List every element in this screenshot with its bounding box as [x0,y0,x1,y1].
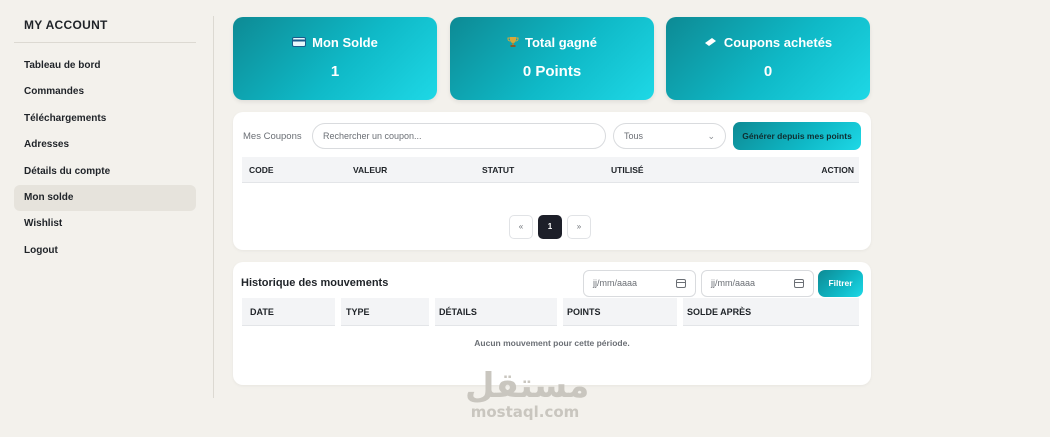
watermark-text: mostaql.com [470,403,580,421]
history-table-header: DATE TYPE DÉTAILS POINTS SOLDE APRÈS [242,298,859,326]
coupon-search-input[interactable] [312,123,606,149]
date-from-input[interactable]: jj/mm/aaaa [583,270,696,297]
sidebar-item-orders[interactable]: Commandes [14,79,196,105]
coupons-bought-card: Coupons achetés 0 [666,17,870,100]
coupons-panel: Mes Coupons Tous ⌄ Générer depuis mes po… [233,112,871,250]
generate-from-points-button[interactable]: Générer depuis mes points [733,122,861,150]
balance-card-value: 1 [330,63,340,80]
filter-button[interactable]: Filtrer [818,270,863,297]
column-header-code: CODE [249,165,274,175]
column-header-action: ACTION [821,165,854,175]
column-header-value: VALEUR [353,165,388,175]
coupon-status-select[interactable]: Tous ⌄ [613,123,726,149]
calendar-icon [794,279,804,288]
history-title: Historique des mouvements [241,277,389,289]
history-empty-message: Aucun mouvement pour cette période. [474,338,630,348]
calendar-icon [676,279,686,288]
total-earned-card: Total gagné 0 Points [450,17,654,100]
column-header-points: POINTS [567,307,601,317]
sidebar-item-wishlist[interactable]: Wishlist [14,211,196,237]
ticket-icon [704,37,718,49]
column-header-balance-after: SOLDE APRÈS [687,307,752,317]
sidebar-item-logout[interactable]: Logout [14,238,196,264]
column-header-used: UTILISÉ [611,165,644,175]
balance-card-title: Mon Solde [312,35,378,50]
sidebar-divider [213,16,214,398]
watermark-logo: مستقل [465,366,590,406]
balance-card: Mon Solde 1 [233,17,437,100]
coupons-label: Mes Coupons [243,131,302,142]
sidebar-item-downloads[interactable]: Téléchargements [14,106,196,132]
coupons-table-header: CODE VALEUR STATUT UTILISÉ ACTION [242,157,859,183]
sidebar-item-account-details[interactable]: Détails du compte [14,159,196,185]
sidebar-menu: Tableau de bord Commandes Téléchargement… [14,53,196,264]
sidebar-item-addresses[interactable]: Adresses [14,132,196,158]
pagination-prev-button[interactable]: « [509,215,533,239]
mostaql-watermark: مستقل mostaql.com [465,366,590,421]
total-earned-card-value: 0 Points [522,63,582,80]
date-from-placeholder: jj/mm/aaaa [593,278,638,288]
wallet-icon [292,36,307,49]
column-header-status: STATUT [482,165,515,175]
date-to-placeholder: jj/mm/aaaa [711,278,756,288]
column-header-type: TYPE [346,307,370,317]
pagination-page-1[interactable]: 1 [538,215,562,239]
column-header-date: DATE [250,307,274,317]
column-header-details: DÉTAILS [439,307,477,317]
sidebar-title: MY ACCOUNT [14,14,196,43]
pagination: « 1 » [509,215,591,239]
account-sidebar: MY ACCOUNT Tableau de bord Commandes Tél… [14,14,196,264]
total-earned-card-title: Total gagné [525,35,597,50]
status-select-value: Tous [624,131,644,141]
chevron-down-icon: ⌄ [707,131,715,141]
sidebar-item-dashboard[interactable]: Tableau de bord [14,53,196,79]
pagination-next-button[interactable]: » [567,215,591,239]
coupons-bought-card-title: Coupons achetés [723,35,833,50]
sidebar-item-my-balance[interactable]: Mon solde [14,184,196,212]
date-to-input[interactable]: jj/mm/aaaa [701,270,814,297]
coupons-bought-card-value: 0 [763,63,773,80]
trophy-icon [507,36,519,50]
